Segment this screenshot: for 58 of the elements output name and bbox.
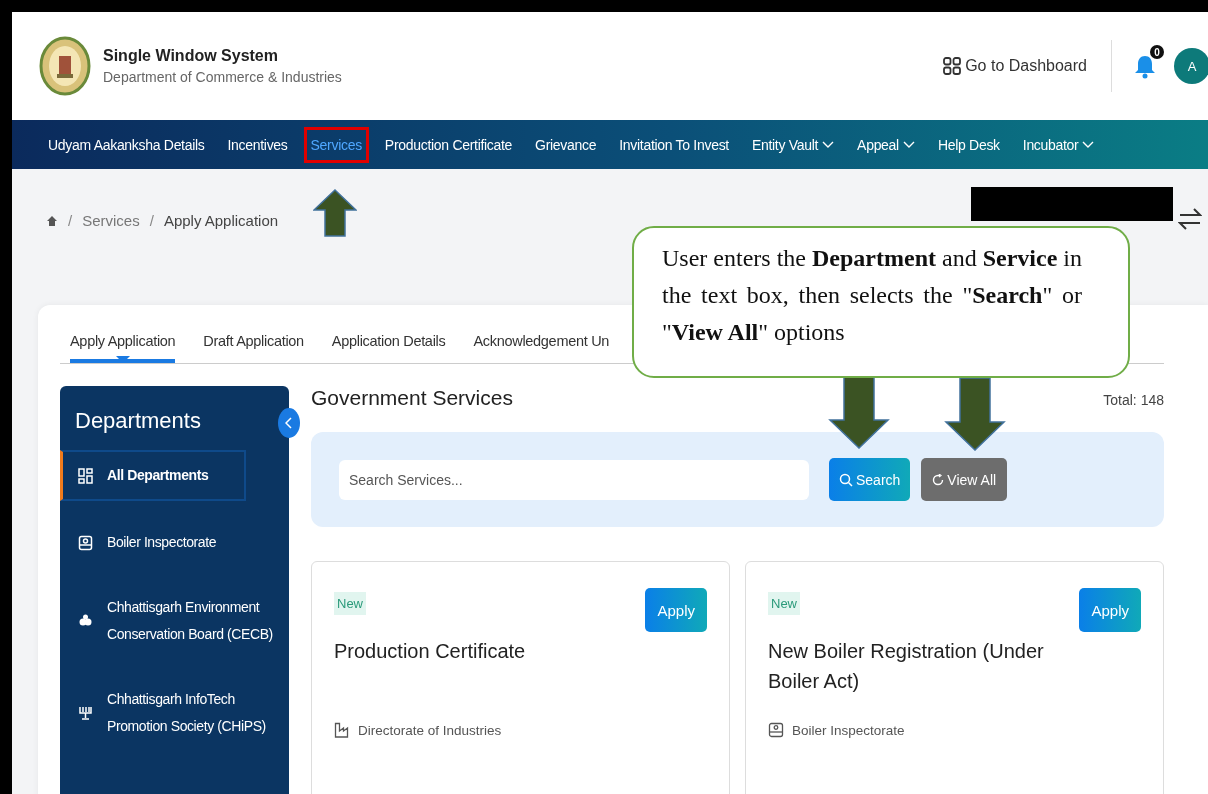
up-arrow-icon [313,189,357,237]
breadcrumb-item[interactable]: Services [82,212,140,229]
view-all-button[interactable]: View All [921,458,1008,501]
breadcrumb-separator: / [149,212,154,229]
total-count: Total: 148 [1103,392,1164,408]
department-item[interactable]: Chhattisgarh InfoTech Promotion Society (CHiPS) [60,676,289,750]
tab[interactable]: Draft Application [203,333,304,363]
search-icon [839,472,853,487]
department-icon [768,722,784,738]
dashboard-link[interactable]: Go to Dashboard [943,57,1087,75]
collapse-button[interactable] [278,408,300,438]
department-name: Boiler Inspectorate [792,722,905,738]
department-icon [78,705,93,721]
chevron-down-icon [902,140,915,149]
chevron-down-icon [1082,140,1095,149]
down-arrow-icon [944,377,1006,451]
new-badge: New [334,592,366,615]
refresh-icon [932,473,945,486]
swap-arrows-icon [1178,207,1202,231]
section-title: Government Services [311,386,513,410]
user-avatar[interactable]: A [1174,48,1208,84]
chevron-left-icon [285,417,293,429]
new-badge: New [768,592,800,615]
department-icon [334,722,350,738]
nav-link[interactable]: Entity Vault [747,129,839,160]
bell-icon [1134,53,1156,79]
nav-link[interactable]: Invitation To Invest [615,129,733,160]
home-icon [46,214,58,227]
department-item[interactable]: All Departments [60,450,246,501]
tab[interactable]: Application Details [331,333,446,363]
search-field[interactable]: Search Services... [339,459,809,500]
site-title: Single Window System [103,47,279,65]
callout-note: User enters the Department and Service in the text box, then selects the "Search" or "View All" options [632,226,1130,378]
notification-badge: 0 [1150,45,1164,59]
department-item[interactable]: Boiler Inspectorate [60,519,289,566]
department-item[interactable]: Chhattisgarh Environment Conservation Board (CECB) [60,584,289,658]
down-arrow-icon [828,375,890,449]
nav-link[interactable]: Incentives [223,129,292,160]
nav-link[interactable]: Appeal [853,129,919,160]
chevron-down-icon [822,140,835,149]
emblem-logo-icon [39,36,91,96]
breadcrumb-separator: / [68,212,73,229]
department-icon [78,534,93,551]
tab[interactable]: Acknowledgement Un [473,333,610,363]
nav-link[interactable]: Udyam Aakanksha Details [44,129,209,160]
site-subtitle: Department of Commerce & Industries [103,69,342,85]
sidebar-title: Departments [74,408,202,434]
department-icon [78,467,93,484]
service-title: Production Certificate [334,639,527,664]
service-title: New Boiler Registration (Under Boiler Act) [768,639,1045,694]
department-name: Directorate of Industries [358,722,502,738]
nav-link[interactable]: Incubator [1018,129,1099,160]
breadcrumb-item: Apply Application [163,212,279,229]
nav-link[interactable]: Grievance [531,129,601,160]
nav-link[interactable]: Production Certificate [380,129,517,160]
grid-icon [943,57,962,75]
nav-link[interactable]: Services [306,129,366,160]
nav-link[interactable]: Help Desk [933,129,1004,160]
